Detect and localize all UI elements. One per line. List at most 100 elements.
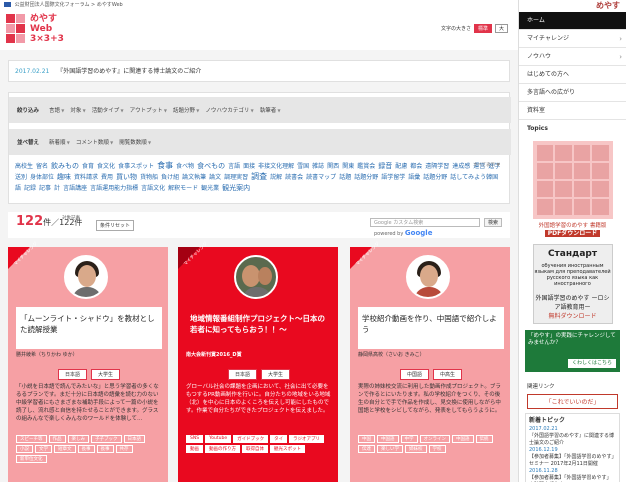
tag-link[interactable]: 話題分野 <box>423 174 447 181</box>
card-tag[interactable]: 学校 <box>428 445 446 453</box>
tag-link[interactable]: 雑誌 <box>312 163 324 170</box>
tag-link[interactable]: 解釈モード <box>168 185 198 192</box>
tag-link[interactable]: 録音 <box>378 162 392 170</box>
challenge-promo[interactable]: 「めやす」の実践にチャレンジしてみませんか？ くわしくはこちら <box>525 330 620 372</box>
sidebar-item[interactable]: ノウハウ › <box>519 48 626 66</box>
tag-link[interactable]: 貨物船 <box>140 174 158 181</box>
card-tag[interactable]: 子子ブック <box>91 435 122 443</box>
tag-link[interactable]: 食事スポット <box>118 163 154 170</box>
sidebar-item[interactable]: 多言語への広がり <box>519 84 626 102</box>
card-tag[interactable]: 中国語 <box>377 435 399 443</box>
tag-link[interactable]: 負け組 <box>161 174 179 181</box>
tag-link[interactable]: 送別 <box>15 174 27 181</box>
card-tag[interactable]: 中国 <box>358 435 375 443</box>
card-tag[interactable]: 新単位文化 <box>16 455 47 463</box>
tag-link[interactable]: 身体部位 <box>30 174 54 181</box>
category-badge[interactable]: 中国語 <box>399 369 429 380</box>
filter-knowhow[interactable]: ノウハウカテゴリ <box>205 106 253 114</box>
tag-link[interactable]: 高校生 <box>15 163 33 170</box>
sort-comments[interactable]: コメント数順 <box>76 138 113 146</box>
card-tag[interactable]: 伝達 <box>358 445 375 453</box>
tag-link[interactable]: 読書マップ <box>306 174 336 181</box>
tag-link[interactable]: 遠隔学習 <box>425 163 449 170</box>
tag-link[interactable]: 論文執筆 <box>182 174 206 181</box>
tag-link[interactable]: 留名 <box>36 163 48 170</box>
tag-link[interactable]: 配慮 <box>395 163 407 170</box>
news-text[interactable]: 『外国語学習のめやす』に関連する博士論文のご紹介 <box>57 68 201 75</box>
tag-link[interactable]: 言語 <box>228 163 240 170</box>
site-logo[interactable]: めやす Web 3×3+3 <box>6 14 76 46</box>
tag-link[interactable]: 関東 <box>342 163 354 170</box>
tag-link[interactable]: 観光案内 <box>222 184 250 192</box>
tag-link[interactable]: 費用 <box>101 174 113 181</box>
tag-link[interactable]: 買い物 <box>116 173 137 181</box>
tag-link[interactable]: 話題 <box>339 174 351 181</box>
card-tag[interactable]: 日本語 <box>123 435 145 443</box>
filter-target[interactable]: 対象 <box>70 106 85 114</box>
sort-views[interactable]: 閲覧数数順 <box>119 138 151 146</box>
tag-link[interactable]: 関西 <box>327 163 339 170</box>
card-title[interactable]: 地域情報番組制作プロジェクト～日本の若者に知ってもらおう！！～ <box>186 307 332 349</box>
tag-link[interactable]: 達成感 <box>452 163 470 170</box>
card-tag[interactable]: 短章文 <box>54 445 76 453</box>
sidebar-item[interactable]: 資料室 <box>519 102 626 120</box>
tag-link[interactable]: 飲みもの <box>51 162 79 170</box>
category-badge[interactable]: 中高生 <box>433 369 463 380</box>
card-tag[interactable]: ラジオアプリ <box>289 435 325 443</box>
book-cover-image[interactable] <box>532 141 613 219</box>
promo-more-button[interactable]: くわしくはこちら <box>567 359 616 368</box>
related-link[interactable]: 「これでいいのだ」 <box>527 394 618 409</box>
tag-link[interactable]: 語学留学 <box>381 174 405 181</box>
news-line[interactable]: 2017.02.21 『外国語学習のめやす』に関連する博士論文のご紹介 <box>8 60 510 82</box>
tag-link[interactable]: 言語文化 <box>141 185 165 192</box>
reset-button[interactable]: 条件リセット <box>96 220 135 231</box>
filter-language[interactable]: 言語 <box>49 106 64 114</box>
filter-topic[interactable]: 話題分野 <box>173 106 199 114</box>
tag-link[interactable]: 言語運用能力指標 <box>90 185 138 192</box>
filter-author[interactable]: 執筆者 <box>260 106 281 114</box>
article-card[interactable]: マイチャレンジ 「ムーンライト・シャドウ」を教材とした読解授業 勝井綾希（ちりか… <box>8 241 168 482</box>
tag-link[interactable]: 面接 <box>243 163 255 170</box>
card-tag[interactable]: 動画 <box>186 445 203 453</box>
russian-edition-banner[interactable]: Стандарт обучения иностранным языкам для… <box>532 244 613 324</box>
sidebar-item[interactable]: マイチャレンジ › <box>519 30 626 48</box>
card-tag[interactable]: オンライン <box>419 435 450 443</box>
category-badge[interactable]: 大学生 <box>91 369 121 380</box>
tag-link[interactable]: 都会 <box>410 163 422 170</box>
font-size-normal-button[interactable]: 標準 <box>473 24 492 33</box>
show-all-tags-link[interactable]: すべて表示 ▼ <box>473 161 500 171</box>
tag-link[interactable]: 読書会 <box>285 174 303 181</box>
filter-activity-type[interactable]: 活動タイプ <box>92 106 124 114</box>
search-input[interactable]: Google カスタム検索 <box>370 218 480 227</box>
tag-link[interactable]: 非接文化理解 <box>258 163 294 170</box>
tag-link[interactable]: 調理実習 <box>224 174 248 181</box>
tag-link[interactable]: 記事 <box>39 185 51 192</box>
tag-link[interactable]: 食べ物 <box>176 163 194 170</box>
tag-link[interactable]: 資料請求 <box>74 174 98 181</box>
tag-link[interactable]: 食べもの <box>197 162 225 170</box>
article-card[interactable]: マイチャレンジ 地域情報番組制作プロジェクト～日本の若者に知ってもらおう！！～ … <box>178 241 338 482</box>
tag-link[interactable]: 説解 <box>270 174 282 181</box>
tag-link[interactable]: 語彙 <box>408 174 420 181</box>
tag-link[interactable]: 話題分野 <box>354 174 378 181</box>
card-title[interactable]: 学校紹介動画を作り、中国語で紹介しよう <box>358 307 504 349</box>
category-badge[interactable]: 日本語 <box>227 369 257 380</box>
tag-link[interactable]: 鑑賞会 <box>357 163 375 170</box>
tag-link[interactable]: 趣味 <box>57 173 71 181</box>
card-title[interactable]: 「ムーンライト・シャドウ」を教材とした読解授業 <box>16 307 162 349</box>
sidebar-item[interactable]: ホーム <box>519 12 626 30</box>
card-tag[interactable]: 小説 <box>16 445 33 453</box>
article-card[interactable]: マイチャレンジ 学校紹介動画を作り、中国語で紹介しよう 静岡県高校（さいお きみ… <box>350 241 510 482</box>
search-button[interactable]: 検索 <box>484 218 502 227</box>
news-item-title[interactable]: 『外国語学習のめやす』に関連する博士論文のご紹介 <box>529 433 616 447</box>
font-size-large-button[interactable]: 大 <box>494 24 508 33</box>
card-tag[interactable]: 中学 <box>400 435 418 443</box>
book-caption[interactable]: 外国語学習のめやす 書籍版 PDFダウンロード <box>519 223 626 238</box>
card-tag[interactable]: 共存 <box>115 445 133 453</box>
tag-link[interactable]: 計 <box>54 185 60 192</box>
card-tag[interactable]: スピーチ等 <box>16 435 47 443</box>
card-tag[interactable]: 作品 <box>48 435 66 443</box>
tag-link[interactable]: 雪国 <box>297 163 309 170</box>
card-tag[interactable]: 取得自体 <box>242 445 268 453</box>
tag-link[interactable]: 論文 <box>209 174 221 181</box>
